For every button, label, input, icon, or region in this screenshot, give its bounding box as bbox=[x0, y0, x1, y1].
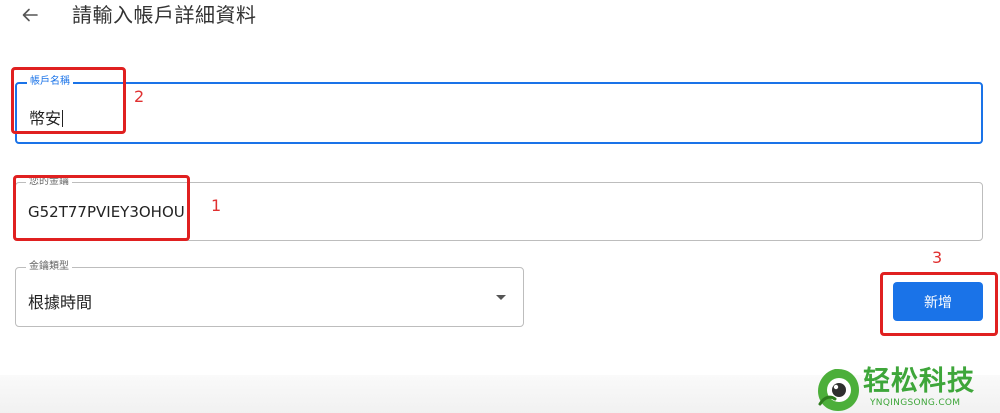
key-type-selected: 根據時間 bbox=[28, 293, 93, 312]
annotation-number-1: 1 bbox=[211, 196, 222, 215]
key-type-label: 金鑰類型 bbox=[26, 260, 72, 274]
watermark: 轻松科技 YNQINGSONG.COM bbox=[815, 366, 1000, 413]
arrow-back-icon bbox=[22, 8, 38, 22]
watermark-text: 轻松科技 bbox=[863, 366, 975, 397]
page-title: 請輸入帳戶詳細資料 bbox=[72, 3, 257, 27]
annotation-box-key bbox=[13, 175, 190, 241]
annotation-number-2: 2 bbox=[134, 87, 145, 106]
key-type-select[interactable]: 金鑰類型 根據時間 bbox=[15, 260, 524, 327]
dropdown-arrow-icon[interactable] bbox=[496, 295, 506, 300]
annotation-number-3: 3 bbox=[932, 248, 943, 267]
annotation-box-account-name bbox=[11, 67, 126, 134]
leaf-eye-logo-icon bbox=[818, 369, 859, 411]
annotation-box-add-button bbox=[880, 272, 998, 336]
account-name-field[interactable]: 帳戶名稱 幣安 bbox=[15, 75, 983, 144]
back-button[interactable] bbox=[18, 3, 42, 27]
watermark-subtext: YNQINGSONG.COM bbox=[870, 398, 961, 408]
app-bar: 請輸入帳戶詳細資料 bbox=[0, 0, 1000, 34]
